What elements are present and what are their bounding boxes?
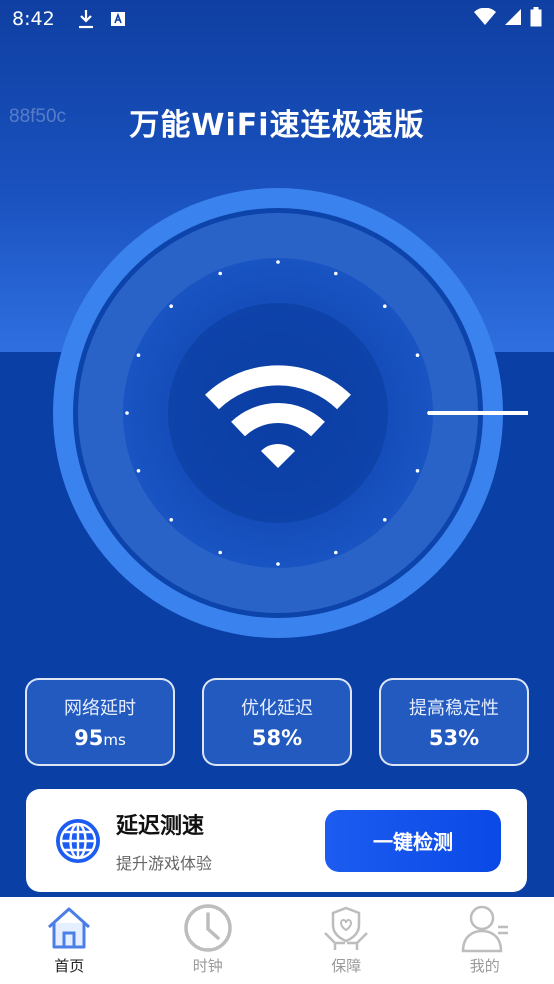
- stat-value: 53%: [428, 726, 480, 750]
- gauge-tick-dot: [218, 271, 222, 276]
- tab-home[interactable]: 首页: [19, 903, 119, 976]
- gauge-tick-dot: [125, 411, 129, 415]
- gauge-tick-dot: [383, 518, 387, 522]
- status-right: [474, 7, 542, 31]
- battery-icon: [530, 7, 542, 31]
- status-bar: 8:42: [0, 0, 554, 38]
- gauge-tick-dot: [218, 550, 222, 555]
- signal-icon: [504, 8, 522, 30]
- stat-value-number: 95: [74, 726, 104, 750]
- wifi-status-icon: [474, 7, 496, 30]
- stat-card-optimize: 优化延迟 58%: [202, 678, 352, 766]
- stat-label: 提高稳定性: [409, 698, 499, 719]
- gauge-tick-dot: [169, 518, 173, 522]
- download-icon: [77, 10, 95, 29]
- stat-card-latency: 网络延时 95ms: [25, 678, 175, 766]
- bottom-tab-bar: 首页 时钟 保障 我的: [0, 897, 554, 984]
- shield-hands-icon: [324, 906, 369, 950]
- stat-value: 95ms: [74, 726, 126, 750]
- gauge-tick-dot: [415, 469, 420, 473]
- stat-card-stability: 提高稳定性 53%: [379, 678, 529, 766]
- tab-label: 首页: [54, 957, 85, 975]
- tab-clock[interactable]: 时钟: [158, 903, 258, 976]
- font-icon: [109, 10, 127, 28]
- app-title: 万能WiFi速连极速版: [129, 108, 425, 143]
- gauge-tick-dot: [334, 271, 338, 276]
- profile-icon: [461, 905, 508, 953]
- stat-label: 网络延时: [64, 698, 136, 719]
- stat-unit: ms: [103, 731, 126, 749]
- promo-subtitle: 提升游戏体验: [116, 853, 213, 873]
- home-icon: [48, 907, 91, 949]
- gauge-tick-dot: [334, 550, 338, 555]
- gauge-tick-dot: [415, 353, 420, 358]
- tab-label: 保障: [331, 957, 362, 975]
- one-click-test-button[interactable]: 一键检测: [325, 809, 501, 872]
- gauge-tick-dot: [169, 304, 173, 309]
- gauge-tick-dot: [136, 353, 141, 358]
- tab-label: 时钟: [192, 957, 223, 975]
- stats-row: 网络延时 95ms 优化延迟 58% 提高稳定性 53%: [25, 678, 529, 766]
- promo-title: 延迟测速: [116, 813, 205, 839]
- tab-profile[interactable]: 我的: [435, 903, 535, 976]
- gauge-tick-dot: [136, 469, 141, 473]
- gauge-tick-dot: [276, 260, 280, 264]
- tab-label: 我的: [469, 957, 500, 975]
- promo-text: 延迟测速 提升游戏体验: [116, 808, 212, 874]
- status-time: 8:42: [12, 8, 55, 30]
- stat-label: 优化延迟: [241, 698, 313, 719]
- speed-test-card: 延迟测速 提升游戏体验 一键检测: [26, 789, 527, 892]
- wifi-gauge[interactable]: [0, 180, 554, 650]
- gauge-tick-dot: [276, 562, 280, 566]
- tab-protect[interactable]: 保障: [296, 903, 396, 976]
- gauge-tick-dot: [383, 304, 387, 309]
- globe-icon: [56, 818, 100, 863]
- clock-icon: [184, 904, 232, 952]
- stat-value: 58%: [251, 726, 303, 750]
